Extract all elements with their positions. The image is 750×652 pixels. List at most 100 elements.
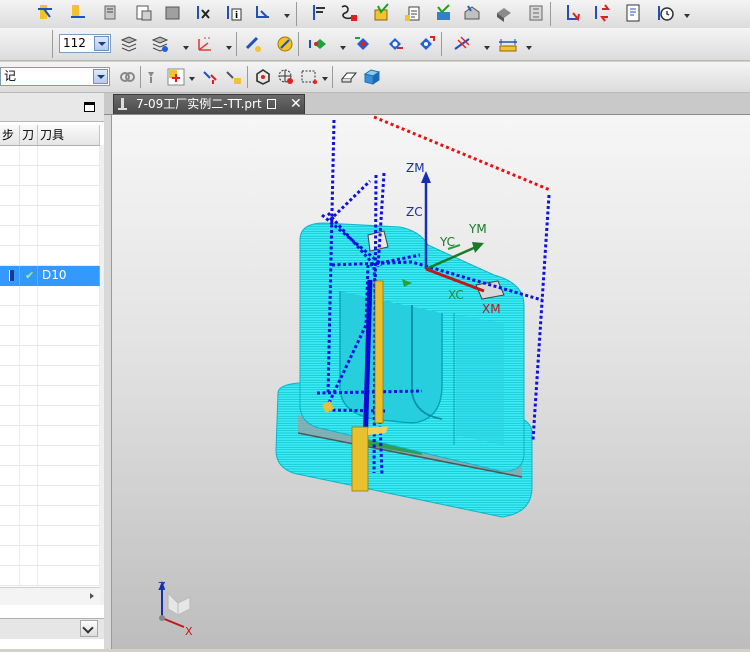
toolbar-divider (298, 32, 299, 56)
table-row[interactable] (0, 346, 100, 366)
table-row[interactable] (0, 466, 100, 486)
table-cell (0, 446, 20, 465)
table-row[interactable] (0, 506, 100, 526)
time-analysis-icon[interactable] (655, 3, 675, 23)
table-cell (20, 226, 38, 245)
navigator-column-header: 步 刀 刀具 (0, 125, 100, 146)
target-select-icon[interactable] (276, 67, 296, 87)
time-dropdown-icon[interactable] (684, 14, 690, 18)
info-operation-icon[interactable]: i (224, 3, 244, 23)
paste-operation-icon[interactable] (134, 3, 154, 23)
status-check-icon: ✔ (25, 269, 35, 282)
table-row[interactable] (0, 186, 100, 206)
table-row[interactable] (0, 446, 100, 466)
snap-dropdown-icon[interactable] (189, 77, 195, 81)
table-row[interactable] (0, 206, 100, 226)
feeds-speeds-icon[interactable] (563, 3, 583, 23)
graphics-window[interactable]: ZM ZC YC YM XC XM Z X (112, 115, 750, 649)
snap-point-icon[interactable] (166, 67, 186, 87)
output-dropdown-icon[interactable] (284, 14, 290, 18)
table-row[interactable] (0, 546, 100, 566)
ruler-dropdown-icon[interactable] (526, 46, 532, 50)
table-row[interactable] (0, 486, 100, 506)
measure-icon[interactable] (243, 34, 263, 54)
table-row[interactable] (0, 366, 100, 386)
column-step[interactable]: 步 (0, 125, 20, 145)
select-mode-dropdown-icon[interactable] (322, 77, 328, 81)
quick-pick-icon[interactable] (200, 67, 220, 87)
grid-snap-icon[interactable] (452, 34, 472, 54)
path-next-icon[interactable] (385, 34, 405, 54)
table-row[interactable] (0, 566, 100, 586)
label-zm: ZM (406, 161, 425, 175)
pin-icon (118, 98, 127, 110)
table-row[interactable] (0, 326, 100, 346)
layer-combo[interactable]: 112 (59, 34, 111, 53)
select-features-icon[interactable] (224, 67, 244, 87)
select-all-icon[interactable] (117, 67, 137, 87)
scroll-right-icon[interactable] (90, 593, 94, 599)
navigator-horizontal-scrollbar[interactable] (0, 587, 100, 605)
shop-docs-icon[interactable] (339, 3, 359, 23)
shop-document-icon[interactable] (623, 3, 643, 23)
batch-process-icon[interactable] (403, 3, 423, 23)
table-row[interactable] (0, 426, 100, 446)
restore-icon[interactable] (267, 99, 276, 109)
solid-select-icon[interactable] (362, 67, 382, 87)
layer-settings-icon[interactable] (119, 34, 139, 54)
table-row[interactable] (0, 166, 100, 186)
table-row-selected[interactable]: ✔ D10 (0, 266, 100, 286)
replay-toolpath-icon[interactable] (68, 3, 88, 23)
ruler-icon[interactable] (497, 34, 517, 54)
list-toolpath-icon[interactable] (101, 3, 121, 23)
generate-toolpath-icon[interactable] (36, 3, 56, 23)
wcs-icon[interactable] (195, 34, 215, 54)
polygon-select-icon[interactable] (253, 67, 273, 87)
table-row[interactable] (0, 246, 100, 266)
maximize-icon[interactable] (84, 102, 95, 112)
table-row[interactable] (0, 146, 100, 166)
copy-operation-icon[interactable] (163, 3, 183, 23)
document-tab[interactable]: 7-09工厂实例二-TT.prt ✕ (113, 94, 305, 114)
path-step-icon[interactable] (353, 34, 373, 54)
display-path-icon[interactable] (308, 34, 328, 54)
table-row[interactable] (0, 306, 100, 326)
column-tool[interactable]: 刀具 (38, 125, 100, 145)
selection-filter-arrow-icon[interactable] (93, 69, 108, 84)
output-operation-icon[interactable] (253, 3, 273, 23)
layer-combo-arrow-icon[interactable] (94, 36, 109, 51)
label-yc: YC (439, 235, 455, 249)
edge-select-icon[interactable] (339, 67, 359, 87)
table-row[interactable] (0, 406, 100, 426)
path-end-icon[interactable] (416, 34, 436, 54)
move-to-layer-icon[interactable] (150, 34, 170, 54)
post-process-icon[interactable] (309, 3, 329, 23)
table-cell (38, 286, 100, 305)
toolbar-divider (550, 2, 551, 26)
layer-dropdown-icon[interactable] (183, 46, 189, 50)
grid-dropdown-icon[interactable] (484, 46, 490, 50)
ipw-icon[interactable] (494, 3, 514, 23)
approve-toolpath-icon[interactable] (433, 3, 453, 23)
wcs-dropdown-icon[interactable] (226, 46, 232, 50)
expand-details-icon[interactable] (80, 620, 98, 637)
verify-toolpath-icon[interactable] (371, 3, 391, 23)
table-row[interactable] (0, 526, 100, 546)
analysis-icon[interactable] (275, 34, 295, 54)
table-cell (20, 506, 38, 525)
stock-icon[interactable] (462, 3, 482, 23)
machine-config-icon[interactable] (526, 3, 546, 23)
table-cell (0, 206, 20, 225)
table-row[interactable] (0, 226, 100, 246)
display-path-dropdown-icon[interactable] (340, 46, 346, 50)
delete-operation-icon[interactable] (193, 3, 213, 23)
column-path[interactable]: 刀 (20, 125, 38, 145)
close-icon[interactable]: ✕ (290, 95, 302, 114)
sync-icon[interactable] (592, 3, 612, 23)
selection-filter-combo[interactable]: 记 (0, 67, 110, 86)
table-row[interactable] (0, 386, 100, 406)
rectangle-select-icon[interactable] (299, 67, 319, 87)
table-row[interactable] (0, 286, 100, 306)
table-cell (38, 146, 100, 165)
snap-filter-icon[interactable] (145, 67, 165, 87)
